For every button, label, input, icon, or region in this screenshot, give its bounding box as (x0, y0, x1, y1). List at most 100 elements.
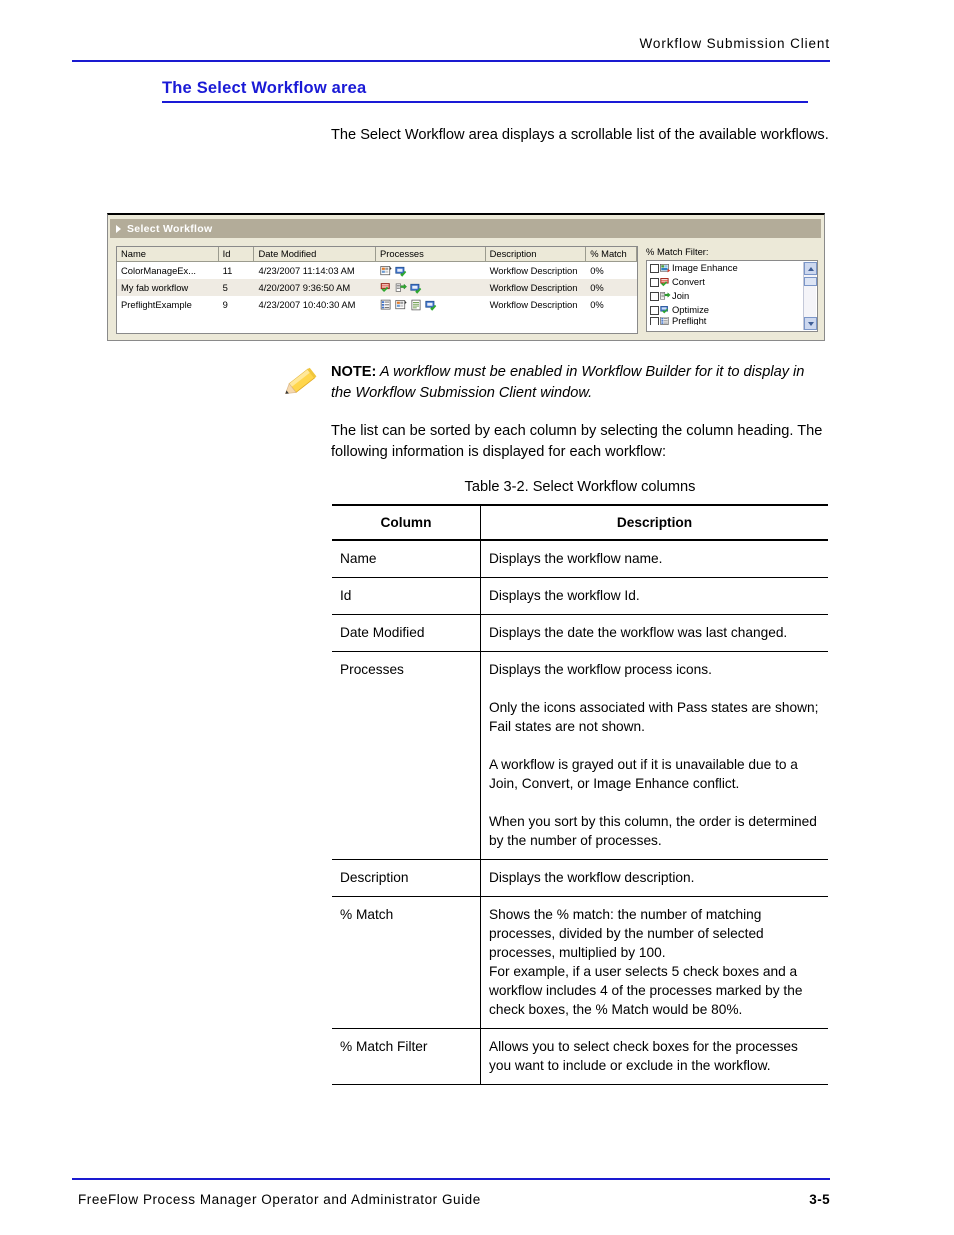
join-icon (660, 291, 671, 300)
cell-date: 4/23/2007 10:40:30 AM (258, 299, 356, 310)
column-header-description[interactable]: Description (486, 247, 587, 261)
footer-page-number: 3-5 (809, 1192, 830, 1207)
scroll-up-button[interactable] (804, 262, 817, 275)
convert-icon (660, 277, 669, 286)
filter-scrollbar[interactable] (803, 262, 817, 330)
table-row: Date Modified Displays the date the work… (332, 614, 828, 652)
select-workflow-titlebar[interactable]: Select Workflow (110, 219, 821, 238)
table-row[interactable]: My fab workflow 5 4/20/2007 9:36:50 AM W… (117, 279, 637, 296)
output-icon (425, 300, 437, 311)
convert-icon (380, 282, 390, 292)
description-paragraph: Shows the % match: the number of matchin… (489, 907, 764, 960)
cell-date: 4/20/2007 9:36:50 AM (258, 282, 351, 293)
filter-checkbox[interactable] (650, 305, 659, 315)
description-paragraph: Only the icons associated with Pass stat… (489, 700, 819, 734)
description-paragraph: Allows you to select check boxes for the… (489, 1039, 798, 1073)
cell-name: PreflightExample (121, 299, 192, 310)
scrollbar-thumb[interactable] (804, 277, 817, 286)
cell-date: 4/23/2007 11:14:03 AM (258, 265, 355, 276)
filter-item-optimize[interactable]: Optimize (647, 303, 817, 317)
cell-match: 0% (590, 299, 604, 310)
page-title: The Select Workflow area (162, 79, 367, 97)
column-header-date[interactable]: Date Modified (254, 247, 377, 261)
cell-id: 5 (222, 282, 228, 293)
document-page: Workflow Submission Client The Select Wo… (0, 0, 954, 1235)
header-rule (72, 60, 830, 62)
join-icon (395, 283, 407, 292)
row-column-name: Processes (332, 651, 481, 860)
row-description: Displays the workflow name. (480, 540, 828, 578)
scroll-down-button[interactable] (804, 317, 817, 330)
triangle-right-icon[interactable] (116, 224, 121, 233)
match-filter-label: % Match Filter: (646, 246, 709, 257)
table-row: % Match Filter Allows you to select chec… (332, 1028, 828, 1085)
match-filter-list[interactable]: Image Enhance Convert Join Optimize Pref… (646, 260, 818, 332)
filter-item-label: Preflight (672, 317, 707, 325)
column-header-match[interactable]: % Match (586, 247, 637, 261)
table-header-row: Column Description (332, 504, 828, 541)
row-column-name: % Match (332, 896, 481, 1029)
table-row: Processes Displays the workflow process … (332, 651, 828, 860)
filter-item-convert[interactable]: Convert (647, 275, 817, 289)
select-workflow-screenshot: Select Workflow Name Id Date Modified Pr… (107, 213, 825, 341)
image-enhance-icon (660, 263, 671, 272)
cell-id: 9 (222, 299, 228, 310)
cell-match: 0% (590, 282, 604, 293)
workflow-grid-header: Name Id Date Modified Processes Descript… (117, 247, 637, 262)
filter-item-join[interactable]: Join (647, 289, 817, 303)
table-row[interactable]: PreflightExample 9 4/23/2007 10:40:30 AM (117, 296, 637, 313)
description-paragraph: When you sort by this column, the order … (489, 814, 817, 848)
filter-item-label: Image Enhance (672, 262, 738, 273)
note-block: NOTE: A workflow must be enabled in Work… (331, 362, 823, 404)
chevron-up-icon (807, 266, 814, 271)
description-paragraph: A workflow is grayed out if it is unavai… (489, 757, 798, 791)
description-paragraph: Displays the workflow Id. (489, 588, 640, 603)
cell-description: Workflow Description (489, 265, 578, 276)
note-label: NOTE: (331, 364, 377, 380)
table-row[interactable]: ColorManageEx... 11 4/23/2007 11:14:03 A… (117, 262, 637, 279)
select-workflow-title-label: Select Workflow (127, 222, 213, 235)
cell-id: 11 (222, 265, 233, 276)
cell-description: Workflow Description (489, 299, 578, 310)
row-column-name: Date Modified (332, 614, 481, 652)
filter-item-image-enhance[interactable]: Image Enhance (647, 261, 817, 275)
filter-item-preflight[interactable]: Preflight (647, 317, 817, 325)
row-column-name: Name (332, 540, 481, 578)
image-enhance-icon (380, 265, 392, 275)
row-column-name: Id (332, 577, 481, 615)
description-paragraph: Displays the workflow process icons. (489, 662, 712, 677)
description-paragraph: Displays the date the workflow was last … (489, 625, 788, 640)
cell-name: My fab workflow (121, 282, 189, 293)
sorting-paragraph: The list can be sorted by each column by… (331, 423, 823, 460)
workflow-grid[interactable]: Name Id Date Modified Processes Descript… (116, 246, 638, 334)
filter-checkbox[interactable] (650, 291, 659, 301)
cell-name: ColorManageEx... (121, 265, 197, 276)
filter-checkbox[interactable] (650, 263, 659, 273)
table-header-description: Description (480, 504, 828, 541)
row-description: Shows the % match: the number of matchin… (480, 896, 828, 1029)
cell-match: 0% (590, 265, 604, 276)
preflight-icon (380, 299, 391, 309)
row-column-name: % Match Filter (332, 1028, 481, 1085)
image-enhance-icon (395, 299, 407, 309)
pencil-icon (284, 367, 317, 395)
document-icon (411, 299, 421, 310)
column-header-name[interactable]: Name (117, 247, 219, 261)
column-header-id[interactable]: Id (219, 247, 255, 261)
running-header: Workflow Submission Client (639, 36, 830, 51)
intro-paragraph: The Select Workflow area displays a scro… (331, 127, 829, 143)
optimize-icon (660, 305, 668, 313)
table-header-column: Column (332, 504, 481, 541)
description-paragraph: Displays the workflow name. (489, 551, 663, 566)
column-header-processes[interactable]: Processes (376, 247, 486, 261)
row-description: Displays the workflow description. (480, 859, 828, 897)
description-paragraph: For example, if a user selects 5 check b… (489, 964, 803, 1017)
filter-checkbox[interactable] (650, 317, 659, 325)
cell-description: Workflow Description (489, 282, 578, 293)
filter-item-label: Optimize (672, 304, 709, 315)
table-row: Name Displays the workflow name. (332, 540, 828, 578)
filter-checkbox[interactable] (650, 277, 659, 287)
row-column-name: Description (332, 859, 481, 897)
row-description: Displays the workflow process icons. Onl… (480, 651, 828, 860)
output-icon (395, 266, 407, 277)
